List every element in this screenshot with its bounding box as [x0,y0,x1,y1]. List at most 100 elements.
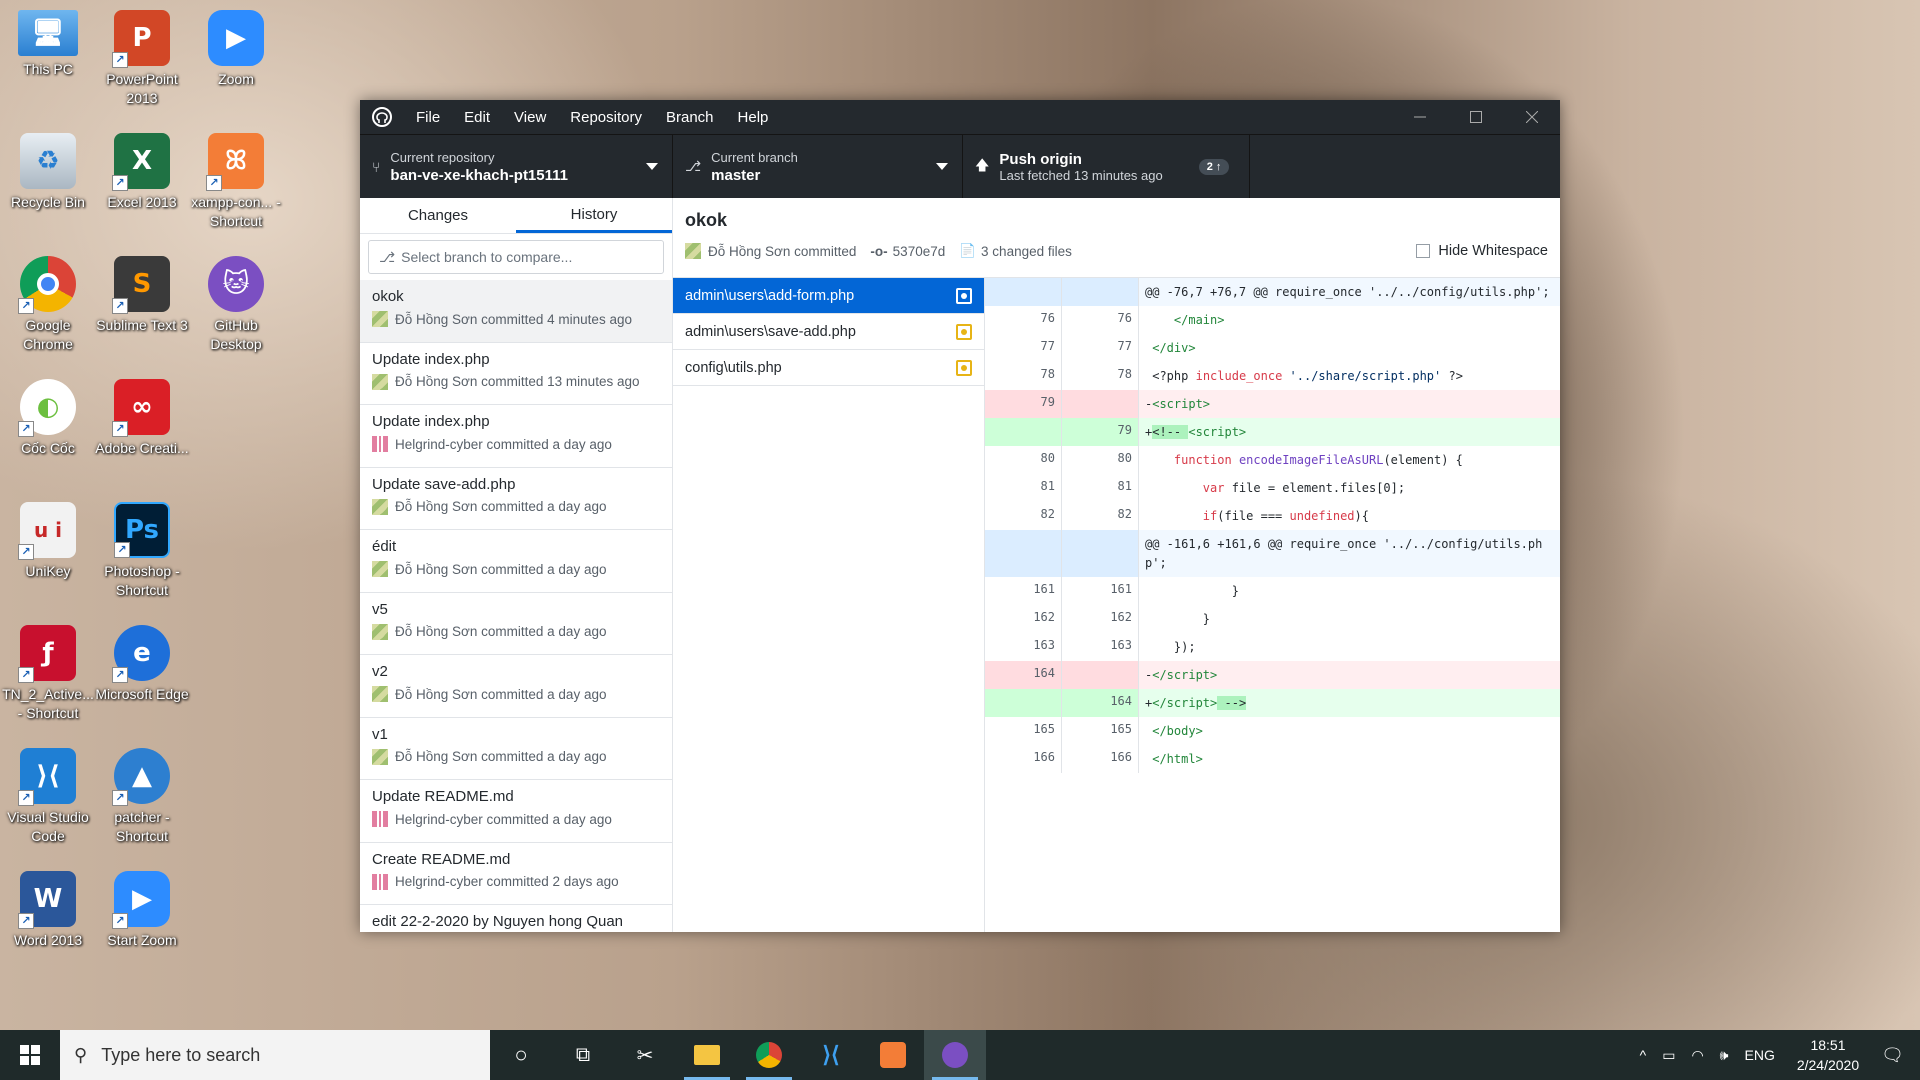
clock-time: 18:51 [1810,1037,1846,1053]
xampp-icon: ꕤ ↗ [206,133,264,191]
maximize-button[interactable] [1448,100,1504,134]
taskbar-app-snip[interactable]: ✂ [614,1030,676,1080]
cortana-button[interactable]: ○ [490,1030,552,1080]
tab-history[interactable]: History [516,198,672,233]
taskbar-app-chrome[interactable] [738,1030,800,1080]
desktop-icon-label: PowerPoint 2013 [106,71,178,106]
current-branch-button[interactable]: ⎇ Current branch master [673,135,963,198]
menu-repository[interactable]: Repository [558,109,654,126]
chrome-icon [756,1042,782,1068]
branch-compare-input[interactable]: ⎇ Select branch to compare... [368,240,664,274]
taskbar-app-vscode[interactable]: ⟩⟨ [800,1030,862,1080]
desktop-icon-tn2-active[interactable]: ƒ ↗ TN_2_Active... - Shortcut [0,625,96,723]
desktop-icon-sublime-text[interactable]: S ↗ Sublime Text 3 [94,256,190,335]
search-placeholder: Type here to search [101,1044,261,1065]
commit-item[interactable]: Update README.md Helgrind-cyber committe… [360,780,672,843]
desktop-icon-github-desktop[interactable]: 🐱 GitHub Desktop [188,256,284,354]
hide-whitespace-checkbox[interactable] [1416,244,1431,258]
desktop-icon-recycle-bin[interactable]: ♻ Recycle Bin [0,133,96,212]
commit-item[interactable]: Update index.php Đỗ Hồng Sơn committed 1… [360,343,672,405]
powerpoint-icon: P ↗ [112,10,170,68]
clock[interactable]: 18:51 2/24/2020 [1783,1035,1873,1075]
desktop-icon-word[interactable]: W ↗ Word 2013 [0,871,96,950]
battery-icon[interactable]: ▭ [1654,1047,1683,1064]
desktop-icon-xampp[interactable]: ꕤ ↗ xampp-con... - Shortcut [188,133,284,231]
diff-viewer[interactable]: @@ -76,7 +76,7 @@ require_once '../../co… [985,278,1560,932]
notifications-icon[interactable]: 🗨 [1873,1045,1920,1066]
desktop-icon-excel[interactable]: X ↗ Excel 2013 [94,133,190,212]
commit-item[interactable]: v1 Đỗ Hồng Sơn committed a day ago [360,718,672,780]
desktop-icon-coc-coc[interactable]: ◐ ↗ Cốc Cốc [0,379,96,458]
commit-item[interactable]: Create README.md Helgrind-cyber committe… [360,843,672,905]
start-button[interactable] [0,1030,60,1080]
taskbar-app-github-desktop[interactable] [924,1030,986,1080]
clock-date: 2/24/2020 [1796,1057,1860,1073]
desktop-icon-microsoft-edge[interactable]: e ↗ Microsoft Edge [94,625,190,704]
push-origin-button[interactable]: 🡅 Push origin Last fetched 13 minutes ag… [963,135,1250,198]
menu-edit[interactable]: Edit [452,109,502,126]
menu-branch[interactable]: Branch [654,109,726,126]
desktop-icon-start-zoom[interactable]: ▶ ↗ Start Zoom [94,871,190,950]
desktop-icon-google-chrome[interactable]: ↗ Google Chrome [0,256,96,354]
show-hidden-icons-chevron-icon[interactable]: ^ [1632,1047,1655,1063]
desktop-icon-label: Microsoft Edge [95,686,189,702]
desktop-icon-photoshop[interactable]: Ps ↗ Photoshop - Shortcut [94,502,190,600]
chevron-down-icon [646,163,658,170]
search-icon: ⚲ [74,1044,88,1065]
title-bar: File Edit View Repository Branch Help [360,100,1560,134]
taskbar-app-file-explorer[interactable] [676,1030,738,1080]
tab-changes[interactable]: Changes [360,198,516,233]
branch-caption: Current branch [711,149,798,165]
commit-meta: Đỗ Hồng Sơn committed a day ago [395,749,607,764]
diff-hunk-header[interactable]: @@ -76,7 +76,7 @@ require_once '../../co… [985,278,1560,306]
desktop-icon-label: Visual Studio Code [7,809,89,844]
commit-item[interactable]: v2 Đỗ Hồng Sơn committed a day ago [360,655,672,718]
desktop-icon-powerpoint[interactable]: P ↗ PowerPoint 2013 [94,10,190,108]
minimize-button[interactable] [1392,100,1448,134]
desktop-icon-patcher[interactable]: ▲ ↗ patcher - Shortcut [94,748,190,846]
commit-item[interactable]: okok Đỗ Hồng Sơn committed 4 minutes ago [360,280,672,343]
desktop-icon-adobe-creative[interactable]: ∞ ↗ Adobe Creati... [94,379,190,458]
task-view-icon: ⧉ [575,1043,591,1066]
commit-item[interactable]: édit Đỗ Hồng Sơn committed a day ago [360,530,672,593]
commit-detail: okok Đỗ Hồng Sơn committed -o- 5370e7d 📄 3… [673,198,1560,932]
wifi-icon[interactable]: ◠ [1683,1047,1711,1064]
diff-hunk-header[interactable]: @@ -161,6 +161,6 @@ require_once '../../… [985,530,1560,577]
desktop-icon-label: Sublime Text 3 [96,317,188,333]
menu-view[interactable]: View [502,109,558,126]
task-view-button[interactable]: ⧉ [552,1030,614,1080]
volume-icon[interactable]: 🕪 [1712,1047,1737,1064]
file-item[interactable]: config\utils.php [673,350,984,386]
commit-item[interactable]: Update index.php Helgrind-cyber committe… [360,405,672,468]
commit-title: Update README.md [372,788,514,805]
current-repository-button[interactable]: ⑂ Current repository ban-ve-xe-khach-pt1… [360,135,673,198]
file-item[interactable]: admin\users\add-form.php [673,278,984,314]
taskbar-search-box[interactable]: ⚲ Type here to search [60,1030,490,1080]
window-controls [1392,100,1560,134]
desktop-icon-zoom[interactable]: ▶ Zoom [188,10,284,89]
desktop-icon-vscode[interactable]: ⟩⟨ ↗ Visual Studio Code [0,748,96,846]
hide-whitespace-toggle[interactable]: Hide Whitespace [1416,243,1548,259]
close-button[interactable] [1504,100,1560,134]
commit-meta: Đỗ Hồng Sơn committed a day ago [395,686,607,702]
input-language[interactable]: ENG [1737,1047,1783,1063]
commit-item[interactable]: Update save-add.php Đỗ Hồng Sơn committe… [360,468,672,530]
taskbar-app-xampp[interactable] [862,1030,924,1080]
photoshop-icon: Ps ↗ [114,502,170,558]
diff-line-deleted: 79 -<script> [985,390,1560,418]
edge-icon: e ↗ [112,625,170,683]
menu-file[interactable]: File [404,109,452,126]
repo-name: ban-ve-xe-khach-pt15111 [390,166,568,184]
github-desktop-icon: 🐱 [208,256,264,312]
desktop-icon-this-pc[interactable]: 🖥 This PC [0,10,96,79]
commit-item[interactable]: edit 22-2-2020 by Nguyen hong Quan [360,905,672,932]
excel-icon: X ↗ [112,133,170,191]
commit-sha-icon: -o- [870,243,888,259]
hunk-text: @@ -161,6 +161,6 @@ require_once '../../… [1139,530,1560,577]
menu-help[interactable]: Help [726,109,781,126]
commit-title: edit 22-2-2020 by Nguyen hong Quan [372,913,624,930]
commit-item[interactable]: v5 Đỗ Hồng Sơn committed a day ago [360,593,672,655]
desktop-icon-unikey[interactable]: u i ↗ UniKey [0,502,96,581]
diff-line: 163 163 }); [985,633,1560,661]
file-item[interactable]: admin\users\save-add.php [673,314,984,350]
